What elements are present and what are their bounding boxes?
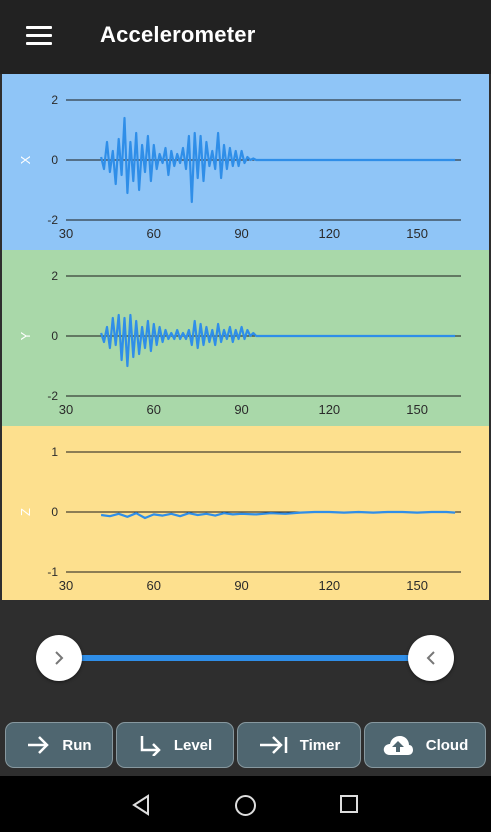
chevron-left-icon	[426, 651, 435, 665]
system-navigation-bar	[0, 776, 491, 832]
y-axis-label: Z	[18, 508, 33, 516]
timer-button-label: Timer	[299, 736, 341, 754]
timer-button[interactable]: Timer	[237, 722, 361, 768]
chart-svg: 2 0 -230 60 90 120 150 Y	[2, 250, 489, 426]
cloud-button[interactable]: Cloud	[364, 722, 486, 768]
slider-start-handle[interactable]	[36, 635, 82, 681]
arrow-to-bar-icon	[259, 736, 287, 754]
x-tick-label: 120	[318, 578, 340, 593]
arrow-right-icon	[28, 736, 50, 754]
x-axis-chart-panel: 2 0 -2 30 60 90 120 150 X	[2, 74, 489, 250]
level-button[interactable]: Level	[116, 722, 234, 768]
y-tick-label: -2	[47, 213, 58, 227]
chart-svg: 2 0 -230 60 90 120 150 X	[2, 74, 489, 250]
slider-end-handle[interactable]	[408, 635, 454, 681]
y-axis-chart-panel: 2 0 -2 30 60 90 120 150 Y	[2, 250, 489, 426]
level-button-label: Level	[173, 736, 213, 754]
triangle-back-icon[interactable]	[131, 794, 151, 816]
y-tick-label: 2	[51, 93, 58, 107]
y-tick-label: 1	[51, 445, 58, 459]
x-tick-label: 120	[318, 402, 340, 417]
x-tick-label: 150	[406, 402, 428, 417]
app-bar: Accelerometer	[0, 0, 491, 74]
app-title: Accelerometer	[100, 22, 256, 47]
y-axis-label: Y	[18, 331, 33, 340]
run-button[interactable]: Run	[5, 722, 113, 768]
cloud-upload-icon	[383, 736, 413, 755]
circle-home-icon[interactable]	[234, 794, 257, 817]
time-range-slider-track[interactable]	[60, 655, 432, 661]
run-button-label: Run	[62, 736, 92, 754]
x-tick-label: 90	[234, 402, 248, 417]
chart-svg: 1 0 -130 60 90 120 150 Z	[2, 426, 489, 602]
x-tick-label: 120	[318, 226, 340, 241]
y-axis-label: X	[18, 155, 33, 164]
x-tick-label: 150	[406, 578, 428, 593]
x-tick-label: 60	[147, 578, 161, 593]
arrow-down-right-icon	[140, 736, 161, 756]
y-tick-label: 0	[51, 505, 58, 519]
y-tick-label: -2	[47, 389, 58, 403]
y-tick-label: -1	[47, 565, 58, 579]
action-button-bar: Run Level Timer Cloud	[0, 722, 491, 772]
x-tick-label: 90	[234, 226, 248, 241]
square-recents-icon[interactable]	[339, 794, 359, 814]
y-tick-label: 2	[51, 269, 58, 283]
x-tick-label: 30	[59, 578, 73, 593]
x-tick-label: 60	[147, 402, 161, 417]
cloud-button-label: Cloud	[425, 736, 469, 754]
z-axis-chart-panel: 1 0 -1 30 60 90 120 150 Z	[2, 426, 489, 602]
x-tick-label: 90	[234, 578, 248, 593]
chevron-right-icon	[55, 651, 64, 665]
hamburger-menu-icon[interactable]	[26, 26, 52, 46]
x-tick-label: 150	[406, 226, 428, 241]
x-tick-label: 30	[59, 402, 73, 417]
x-tick-label: 30	[59, 226, 73, 241]
y-tick-label: 0	[51, 329, 58, 343]
y-tick-label: 0	[51, 153, 58, 167]
x-tick-label: 60	[147, 226, 161, 241]
